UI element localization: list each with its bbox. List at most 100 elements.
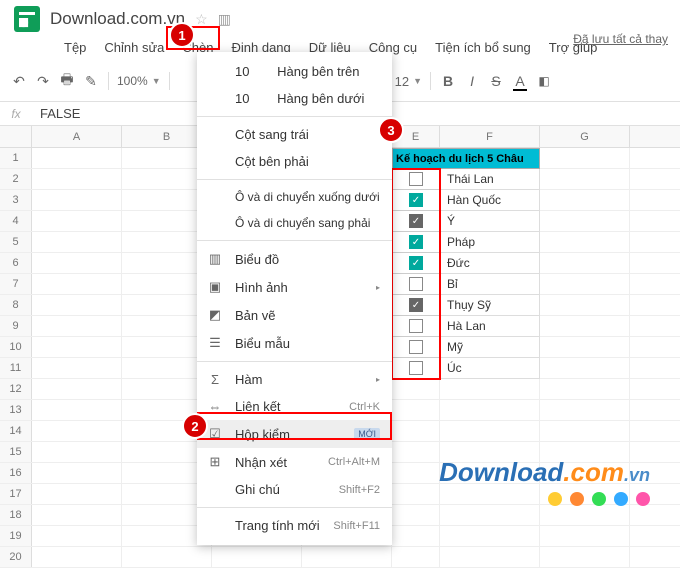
checkbox-cell[interactable] [392, 274, 440, 295]
cell[interactable] [32, 547, 122, 567]
row-header[interactable]: 6 [0, 253, 32, 273]
row-header[interactable]: 3 [0, 190, 32, 210]
cell[interactable] [392, 463, 440, 483]
checkbox[interactable] [409, 172, 423, 186]
paint-format-icon[interactable]: ✎ [82, 73, 100, 90]
menu-rows-below[interactable]: 10 Hàng bên dưới [197, 85, 392, 112]
menu-chart[interactable]: ▥Biểu đồ [197, 245, 392, 273]
row-header[interactable]: 1 [0, 148, 32, 168]
menu-note[interactable]: Ghi chúShift+F2 [197, 476, 392, 503]
cell[interactable] [440, 505, 540, 525]
row-header[interactable]: 7 [0, 274, 32, 294]
menu-column-left[interactable]: Cột sang trái [197, 121, 392, 148]
cell[interactable] [32, 484, 122, 504]
checkbox-cell[interactable] [392, 190, 440, 211]
cell[interactable] [540, 505, 630, 525]
cell[interactable] [32, 274, 122, 294]
row-header[interactable]: 14 [0, 421, 32, 441]
cell[interactable] [32, 379, 122, 399]
country-cell[interactable]: Pháp [440, 232, 540, 253]
cell[interactable] [32, 442, 122, 462]
cell[interactable] [32, 505, 122, 525]
redo-icon[interactable]: ↷ [34, 73, 52, 90]
country-cell[interactable]: Đức [440, 253, 540, 274]
row-header[interactable]: 11 [0, 358, 32, 378]
checkbox-cell[interactable] [392, 295, 440, 316]
row-header[interactable]: 13 [0, 400, 32, 420]
checkbox[interactable] [409, 298, 423, 312]
country-cell[interactable]: Ý [440, 211, 540, 232]
cell[interactable] [540, 274, 630, 294]
row-header[interactable]: 16 [0, 463, 32, 483]
menu-form[interactable]: ☰Biểu mẫu [197, 329, 392, 357]
fill-color-icon[interactable]: ◧ [535, 74, 553, 88]
checkbox-cell[interactable] [392, 211, 440, 232]
row-header[interactable]: 18 [0, 505, 32, 525]
cell[interactable] [540, 253, 630, 273]
menu-image[interactable]: ▣Hình ảnh▸ [197, 273, 392, 301]
country-cell[interactable]: Mỹ [440, 337, 540, 358]
cell[interactable] [540, 169, 630, 189]
cell[interactable] [122, 547, 212, 567]
row-header[interactable]: 4 [0, 211, 32, 231]
menu-comment[interactable]: ⊞Nhận xétCtrl+Alt+M [197, 448, 392, 476]
checkbox[interactable] [409, 235, 423, 249]
checkbox[interactable] [409, 256, 423, 270]
checkbox[interactable] [409, 319, 423, 333]
menu-drawing[interactable]: ◩Bản vẽ [197, 301, 392, 329]
row-header[interactable]: 2 [0, 169, 32, 189]
save-status[interactable]: Đã lưu tất cả thay [573, 32, 668, 46]
row-header[interactable]: 19 [0, 526, 32, 546]
column-header[interactable]: A [32, 126, 122, 147]
menu-addons[interactable]: Tiện ích bổ sung [427, 36, 539, 59]
column-header[interactable]: G [540, 126, 630, 147]
cell[interactable] [32, 169, 122, 189]
cell[interactable] [540, 211, 630, 231]
zoom-select[interactable]: 100%▼ [117, 74, 161, 88]
menu-link[interactable]: ⇔Liên kếtCtrl+K [197, 393, 392, 420]
checkbox-cell[interactable] [392, 169, 440, 190]
row-header[interactable]: 8 [0, 295, 32, 315]
cell[interactable] [440, 400, 540, 420]
row-header[interactable]: 17 [0, 484, 32, 504]
cell[interactable] [540, 421, 630, 441]
cell[interactable] [440, 547, 540, 567]
checkbox[interactable] [409, 193, 423, 207]
row-header[interactable]: 20 [0, 547, 32, 567]
cell[interactable] [392, 484, 440, 504]
strikethrough-icon[interactable]: S [487, 73, 505, 89]
star-icon[interactable]: ☆ [195, 11, 208, 28]
cell[interactable] [32, 526, 122, 546]
row-header[interactable]: 12 [0, 379, 32, 399]
menu-new-sheet[interactable]: Trang tính mớiShift+F11 [197, 512, 392, 539]
column-header[interactable]: F [440, 126, 540, 147]
cell[interactable] [32, 148, 122, 168]
menu-checkbox[interactable]: ☑Hộp kiểmMỚI [197, 420, 392, 448]
cell[interactable] [392, 505, 440, 525]
cell[interactable] [392, 547, 440, 567]
row-header[interactable]: 9 [0, 316, 32, 336]
folder-icon[interactable]: ▥ [218, 11, 231, 28]
cell[interactable] [540, 148, 630, 168]
checkbox[interactable] [409, 340, 423, 354]
row-header[interactable]: 5 [0, 232, 32, 252]
checkbox-cell[interactable] [392, 358, 440, 379]
checkbox-cell[interactable] [392, 253, 440, 274]
cell[interactable] [540, 547, 630, 567]
text-color-icon[interactable]: A [511, 73, 529, 89]
font-size-select[interactable]: 12▼ [395, 74, 422, 89]
country-cell[interactable]: Bỉ [440, 274, 540, 295]
menu-file[interactable]: Tệp [56, 36, 94, 59]
cell[interactable] [392, 421, 440, 441]
cell[interactable] [440, 379, 540, 399]
cell[interactable] [540, 526, 630, 546]
cell[interactable] [32, 400, 122, 420]
cell[interactable] [392, 442, 440, 462]
cell[interactable] [540, 295, 630, 315]
cell[interactable] [212, 547, 302, 567]
cell[interactable] [32, 316, 122, 336]
checkbox-cell[interactable] [392, 316, 440, 337]
italic-icon[interactable]: I [463, 73, 481, 89]
country-cell[interactable]: Úc [440, 358, 540, 379]
cell[interactable] [32, 463, 122, 483]
